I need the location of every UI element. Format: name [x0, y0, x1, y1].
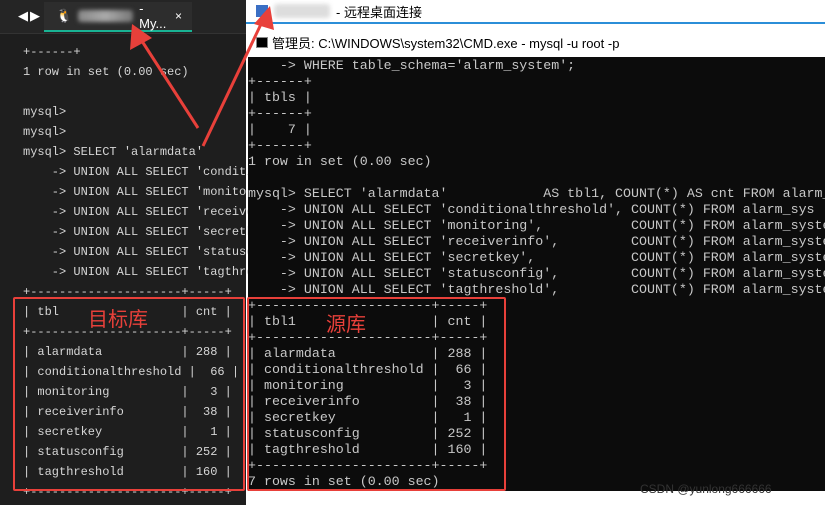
- arrow-head-icon: [130, 24, 152, 50]
- watermark: CSDN @yunlong666666: [640, 482, 772, 496]
- arrow-head-icon: [254, 6, 274, 30]
- arrow-to-remote: [201, 21, 264, 147]
- annotation-arrows: [130, 6, 274, 147]
- arrow-to-tab: [138, 37, 200, 129]
